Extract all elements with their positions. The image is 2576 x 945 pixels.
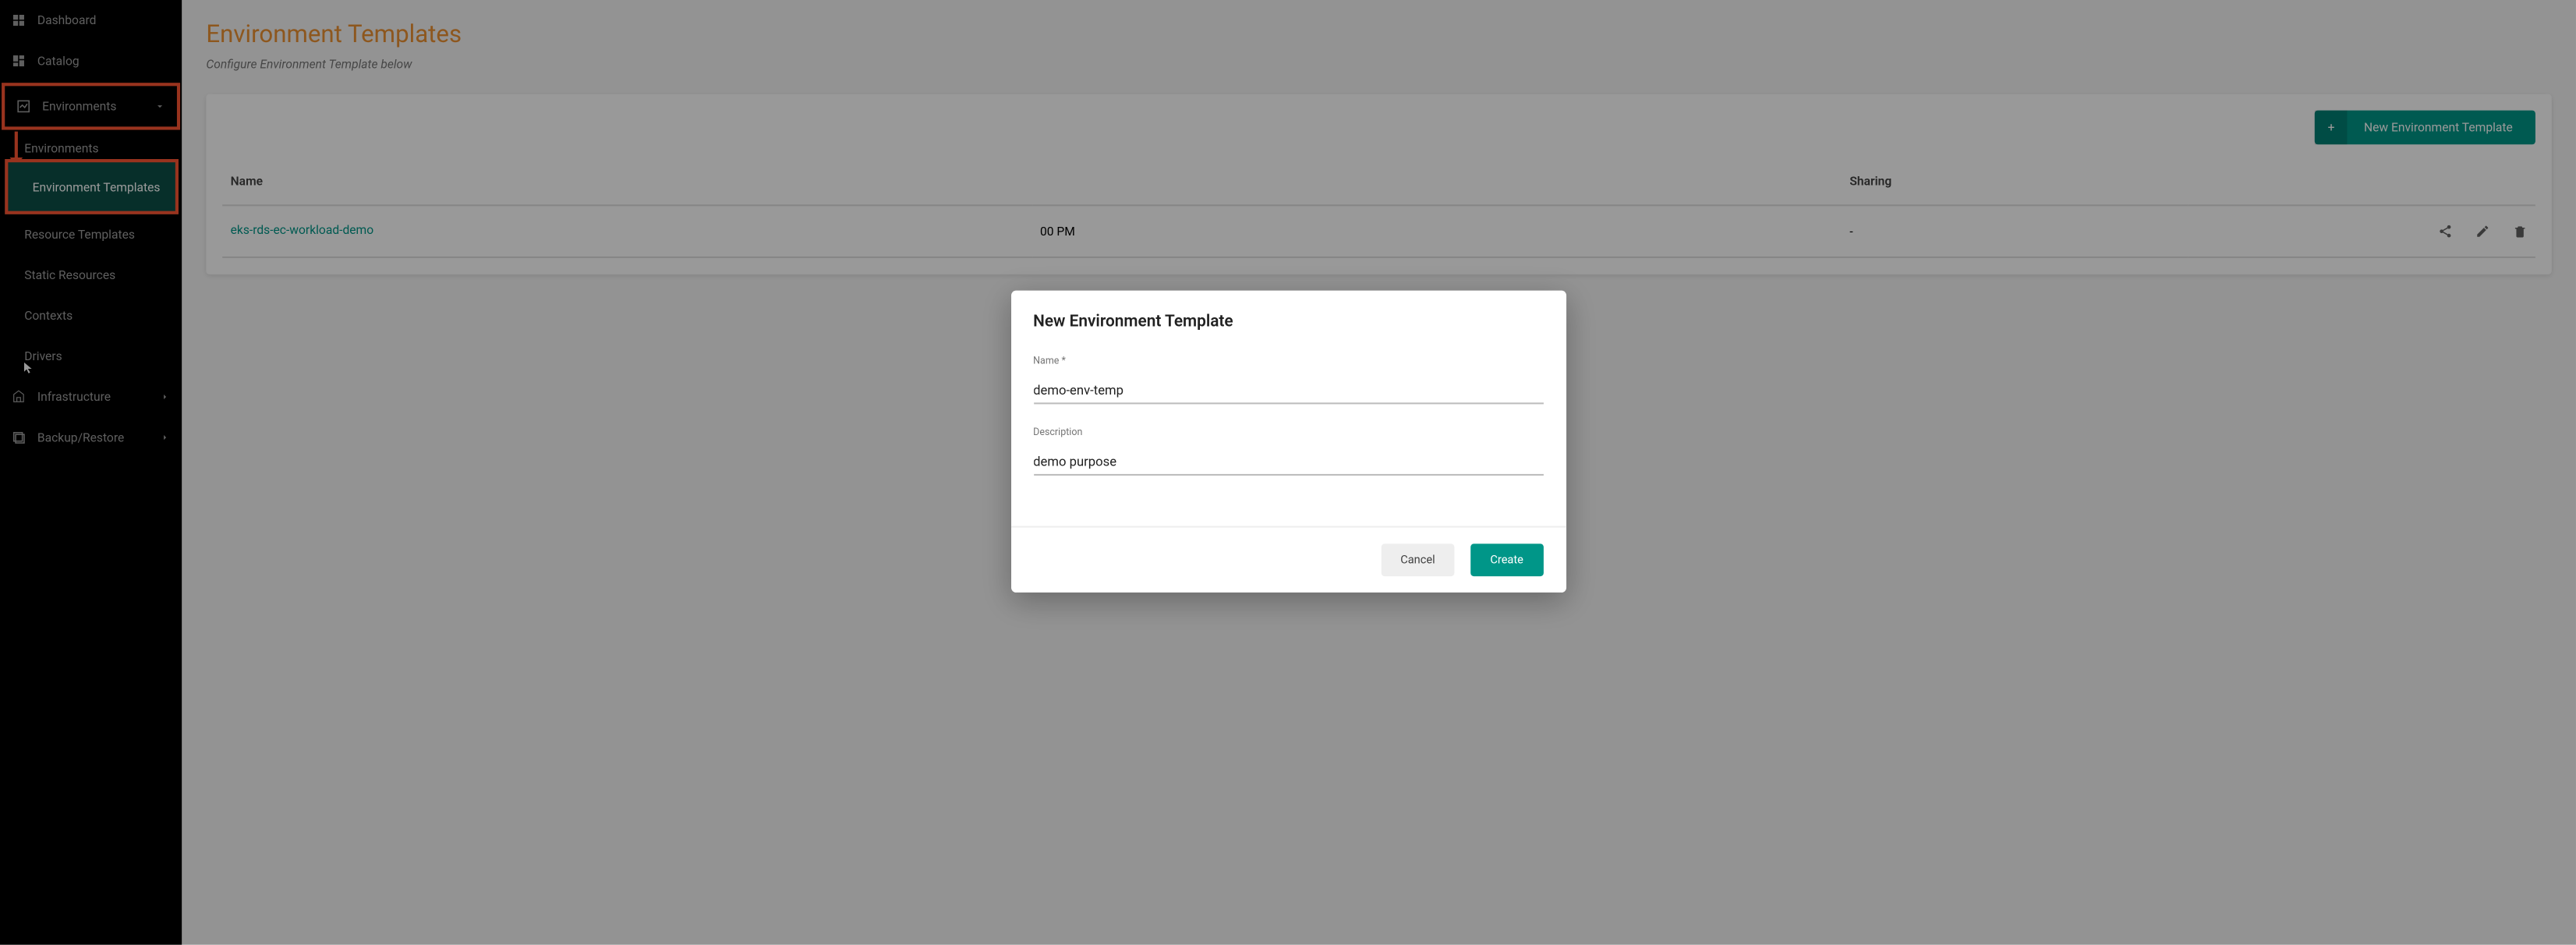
create-button[interactable]: Create	[1470, 543, 1542, 576]
modal-overlay[interactable]: New Environment Template Name * Descript…	[0, 0, 2576, 945]
name-label: Name *	[1033, 356, 1543, 367]
name-input[interactable]	[1033, 378, 1543, 404]
new-environment-template-modal: New Environment Template Name * Descript…	[1010, 291, 1566, 593]
modal-title: New Environment Template	[1010, 291, 1566, 348]
description-label: Description	[1033, 427, 1543, 439]
cancel-button[interactable]: Cancel	[1381, 543, 1454, 576]
modal-footer: Cancel Create	[1010, 526, 1566, 593]
description-input[interactable]	[1033, 450, 1543, 476]
modal-body: Name * Description	[1010, 348, 1566, 526]
name-field: Name *	[1033, 356, 1543, 404]
description-field: Description	[1033, 427, 1543, 476]
